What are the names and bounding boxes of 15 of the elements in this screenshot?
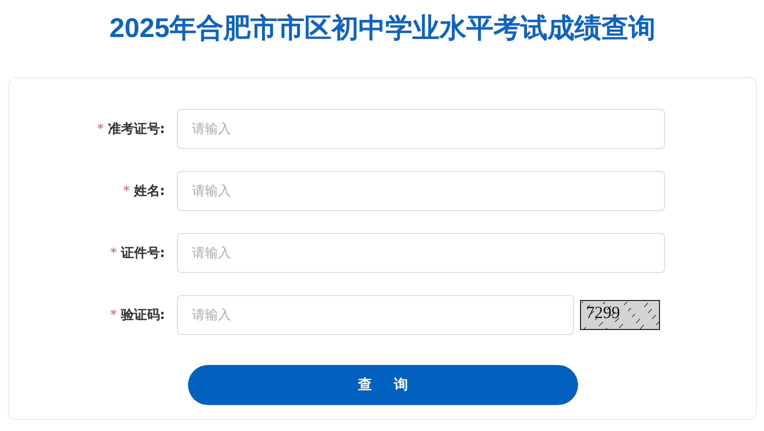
required-marker: * (123, 184, 130, 198)
field-label: 证件号: (120, 245, 165, 262)
input-field[interactable]: 请输入 (177, 109, 665, 149)
input-field[interactable]: 请输入 (177, 233, 665, 273)
page-title: 2025年合肥市市区初中学业水平考试成绩查询 (109, 12, 656, 45)
required-marker: * (110, 308, 117, 322)
input-field[interactable]: 请输入 (177, 295, 574, 335)
field-label: 姓名: (134, 183, 165, 200)
required-marker: * (110, 246, 117, 260)
query-button[interactable]: 查询 (188, 365, 578, 405)
field-label: 准考证号: (108, 121, 165, 138)
required-marker: * (97, 122, 104, 136)
captcha-image[interactable]: 7299 (580, 300, 660, 330)
field-label: 验证码: (120, 307, 165, 324)
input-field[interactable]: 请输入 (177, 171, 665, 211)
